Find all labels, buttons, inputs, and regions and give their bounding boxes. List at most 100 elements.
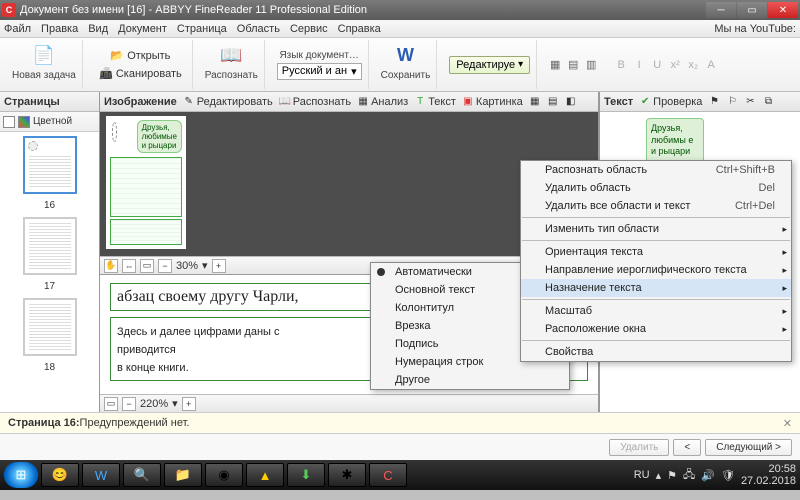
menu-document[interactable]: Документ [118,23,167,35]
close-button[interactable]: ✕ [768,2,798,18]
edit-mode-button[interactable]: Редактируе ▾ [449,56,530,74]
italic-icon[interactable]: I [631,57,647,73]
zoom-out2-icon[interactable]: − [122,397,136,411]
zoom-in-icon[interactable]: + [212,259,226,273]
bold-icon[interactable]: B [613,57,629,73]
task-app-6[interactable]: ▲ [246,463,284,487]
task-app-8[interactable]: ✱ [328,463,366,487]
img-recognize-button[interactable]: 📖Распознать [279,96,351,108]
thumb-18[interactable] [23,298,77,356]
cut-icon[interactable]: ✂ [744,96,756,108]
img-text-button[interactable]: TТекст [414,96,456,108]
folder-icon: 📂 [110,49,124,63]
zoom-in2-icon[interactable]: + [182,397,196,411]
mi-hiero[interactable]: Направление иероглифического текста▸ [521,261,791,279]
mi-assign-text[interactable]: Назначение текста▸ [521,279,791,297]
prev-page-button[interactable]: < [673,439,701,456]
task-word[interactable]: W [82,463,120,487]
super-icon[interactable]: x² [667,57,683,73]
mi-scale[interactable]: Масштаб▸ [521,302,791,320]
scan-button[interactable]: 📠Сканировать [95,66,186,82]
task-chrome[interactable]: ◉ [205,463,243,487]
layout3-icon[interactable]: ▥ [583,57,599,73]
fit-width-icon[interactable]: ⇔ [122,259,136,273]
tray-clock[interactable]: 20:58 27.02.2018 [741,463,796,487]
task-finereader[interactable]: C [369,463,407,487]
menu-help[interactable]: Справка [338,23,381,35]
mi-change-type[interactable]: Изменить тип области▸ [521,220,791,238]
open-button[interactable]: 📂Открыть [106,48,174,64]
tray-net-icon[interactable]: 🖧 [683,466,695,485]
minimize-button[interactable]: ─ [706,2,736,18]
next-page-button[interactable]: Следующий > [705,439,792,456]
mi-delete-area[interactable]: Удалить областьDel [521,179,791,197]
zoom-value: 30% [176,260,198,272]
copy-icon[interactable]: ⧉ [762,96,774,108]
mi-layout[interactable]: Расположение окна▸ [521,320,791,338]
fit-page-icon[interactable]: ▭ [140,259,154,273]
mi-properties[interactable]: Свойства [521,343,791,361]
tray-up-icon[interactable]: ▴ [656,469,662,482]
save-button[interactable]: W Сохранить [375,40,438,89]
img-edit-button[interactable]: ✎Редактировать [183,96,273,108]
color-chip-icon[interactable] [18,116,30,128]
start-button[interactable]: ⊞ [4,462,38,488]
menu-file[interactable]: Файл [4,23,31,35]
mi-delete-all[interactable]: Удалить все области и текстCtrl+Del [521,197,791,215]
layout1-icon[interactable]: ▦ [547,57,563,73]
img-more2-icon[interactable]: ▤ [547,96,559,108]
mi-recognize-area[interactable]: Распознать областьCtrl+Shift+B [521,161,791,179]
task-app-7[interactable]: ⬇ [287,463,325,487]
fontsize-icon[interactable]: A [703,57,719,73]
status-close-icon[interactable]: ✕ [783,417,792,430]
sub-icon[interactable]: x₂ [685,57,701,73]
radio-icon [377,268,385,276]
analyze-icon: ▦ [357,96,369,108]
menu-view[interactable]: Вид [88,23,108,35]
zoom-out-icon[interactable]: − [158,259,172,273]
fit2-icon[interactable]: ▭ [104,397,118,411]
task-app-3[interactable]: 🔍 [123,463,161,487]
img-more3-icon[interactable]: ◧ [565,96,577,108]
tray-shield-icon[interactable]: 🛡 [721,469,735,482]
flag2-icon[interactable]: ⚐ [726,96,738,108]
delete-page-button[interactable]: Удалить [609,439,669,456]
flag1-icon[interactable]: ⚑ [708,96,720,108]
thumb-mode-icon[interactable] [3,116,15,128]
picture-icon: ▣ [462,96,474,108]
book-icon: 📖 [218,42,244,68]
language-select[interactable]: Русский и ан▾ [277,63,362,80]
task-app-1[interactable]: 😊 [41,463,79,487]
lower-zoom-bar: ▭ − 220% ▾ + [100,394,598,412]
maximize-button[interactable]: ▭ [737,2,767,18]
status-message: Предупреждений нет. [80,417,190,429]
zoom-dropdown2-icon[interactable]: ▾ [172,397,178,410]
zoom-value-2: 220% [140,398,168,410]
scanner-icon: 📠 [99,67,113,81]
text-area-1[interactable] [110,157,182,217]
underline-icon[interactable]: U [649,57,665,73]
thumb-16[interactable] [23,136,77,194]
new-task-button[interactable]: 📄 Новая задача [6,40,83,89]
mi-other[interactable]: Другое [371,371,569,389]
img-more1-icon[interactable]: ▦ [529,96,541,108]
check-button[interactable]: ✔Проверка [639,96,702,108]
menu-tools[interactable]: Сервис [290,23,328,35]
task-explorer[interactable]: 📁 [164,463,202,487]
hand-tool-icon[interactable]: ✋ [104,259,118,273]
img-analyze-button[interactable]: ▦Анализ [357,96,408,108]
menu-edit[interactable]: Правка [41,23,78,35]
mi-orientation[interactable]: Ориентация текста▸ [521,243,791,261]
tray-vol-icon[interactable]: 🔊 [701,469,715,482]
tray-flag-icon[interactable]: ⚑ [667,469,677,482]
thumb-17[interactable] [23,217,77,275]
text-area-2[interactable] [110,219,182,245]
menu-area[interactable]: Область [237,23,280,35]
img-picture-button[interactable]: ▣Картинка [462,96,523,108]
layout2-icon[interactable]: ▤ [565,57,581,73]
ribbon-toolbar: 📄 Новая задача 📂Открыть 📠Сканировать 📖 Р… [0,38,800,92]
menu-page[interactable]: Страница [177,23,227,35]
zoom-dropdown-icon[interactable]: ▾ [202,259,208,272]
recognize-button[interactable]: 📖 Распознать [199,40,265,89]
tray-lang[interactable]: RU [634,469,650,481]
